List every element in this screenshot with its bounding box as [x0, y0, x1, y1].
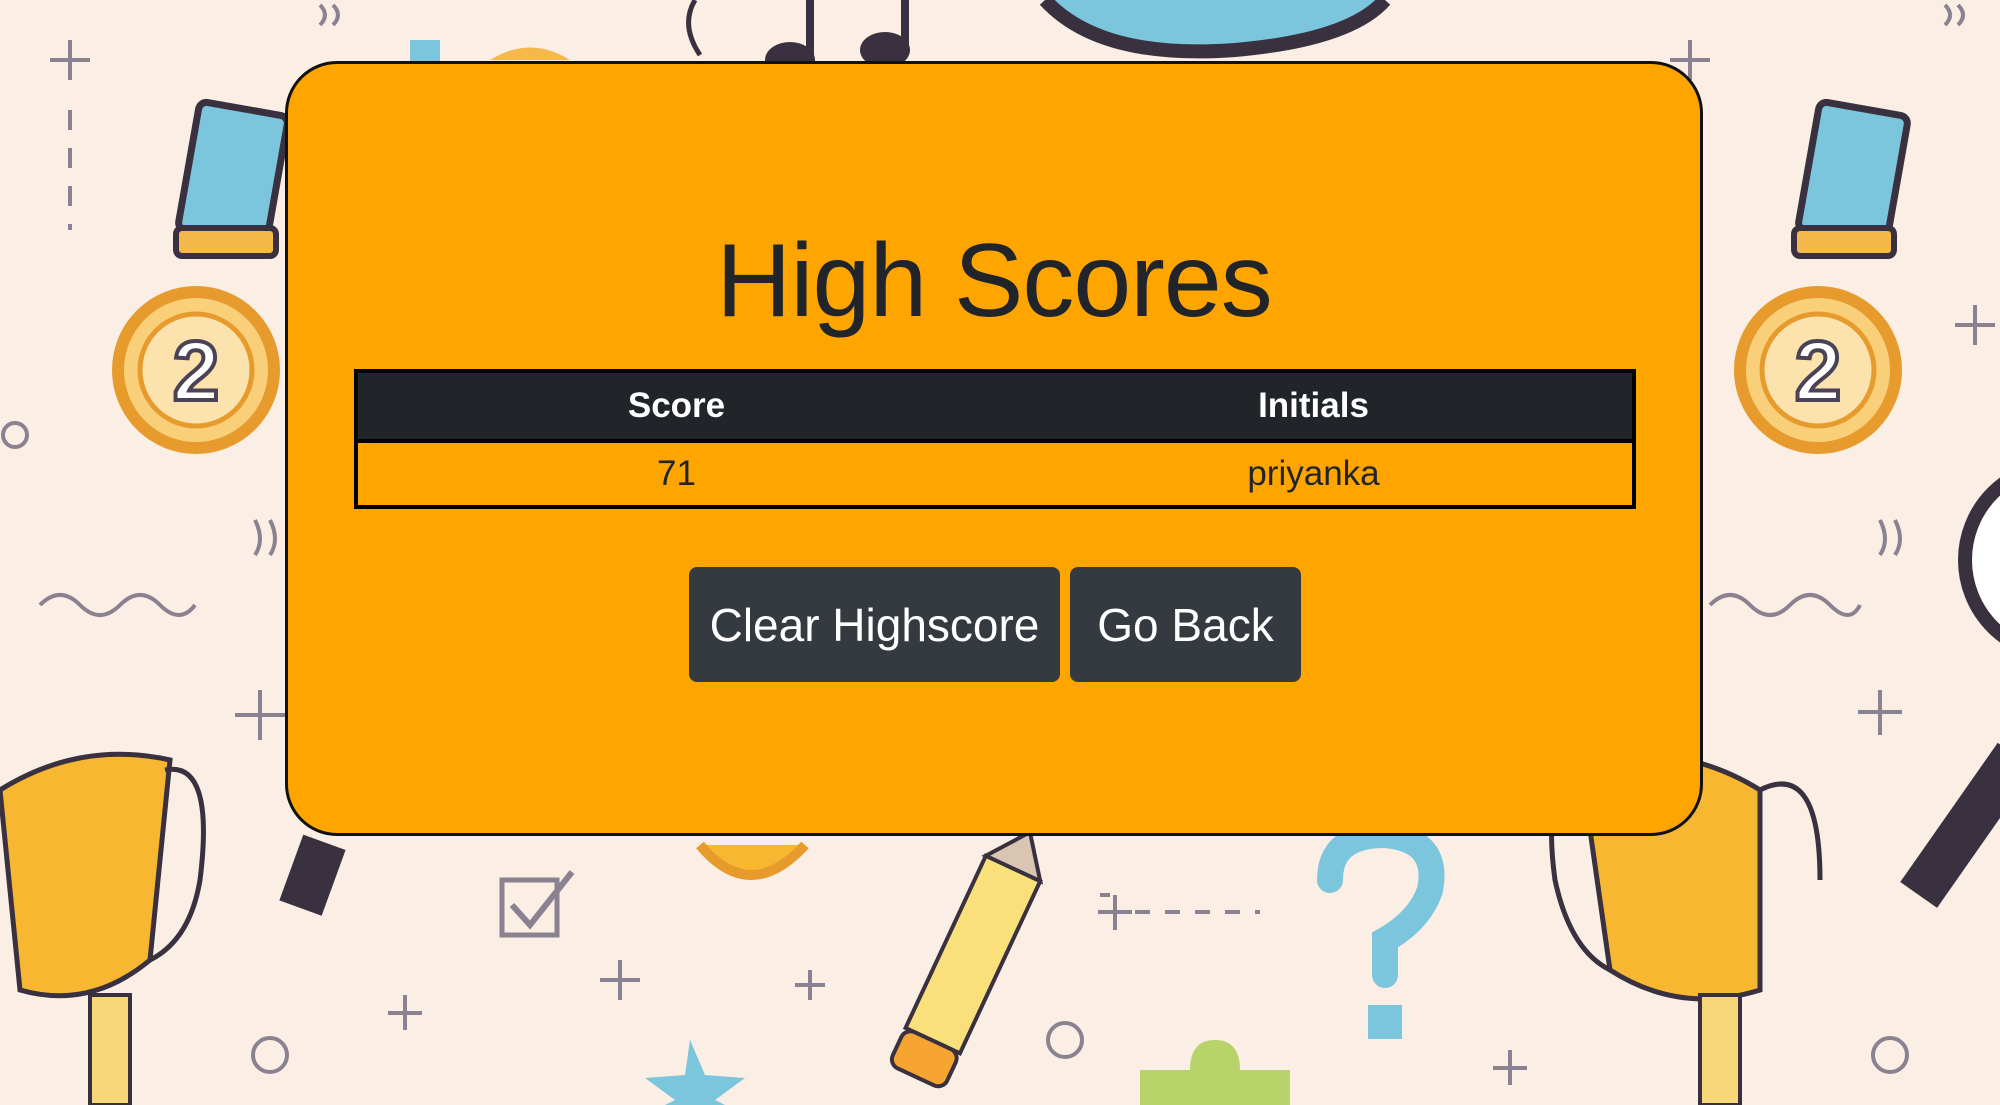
- go-back-button[interactable]: Go Back: [1070, 567, 1301, 682]
- score-column-header: Score: [356, 371, 995, 443]
- clear-highscore-button[interactable]: Clear Highscore: [689, 567, 1060, 682]
- table-header-row: Score Initials: [356, 371, 1634, 443]
- table-row: 71 priyanka: [356, 441, 1634, 507]
- high-scores-table: Score Initials 71 priyanka: [354, 369, 1636, 509]
- score-cell: 71: [657, 454, 696, 493]
- page-title: High Scores: [716, 223, 1272, 339]
- initials-cell: priyanka: [1247, 454, 1380, 493]
- initials-column-header: Initials: [995, 371, 1634, 443]
